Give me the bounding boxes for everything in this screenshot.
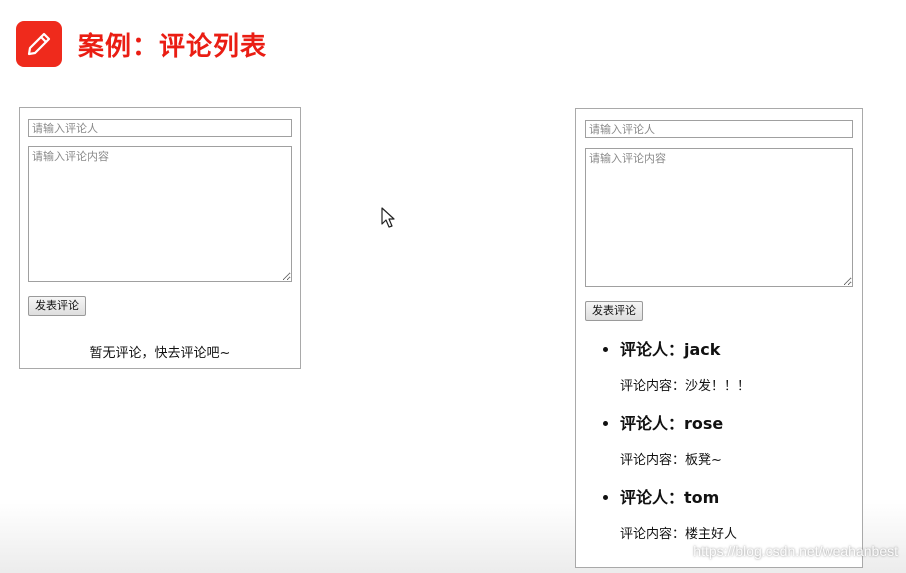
comment-author: 评论人：tom xyxy=(620,488,720,507)
commenter-input[interactable] xyxy=(585,120,853,138)
mouse-cursor-icon xyxy=(381,207,397,233)
commenter-input[interactable] xyxy=(28,119,292,137)
submit-comment-button[interactable]: 发表评论 xyxy=(28,296,86,316)
comment-author: 评论人：rose xyxy=(620,414,724,433)
comment-list: 评论人：jack 评论内容：沙发！！！ 评论人：rose 评论内容：板凳~ 评论… xyxy=(576,338,862,560)
list-item: 评论人：rose 评论内容：板凳~ xyxy=(620,412,862,486)
empty-comments-message: 暂无评论，快去评论吧~ xyxy=(89,346,231,361)
page-header: 案例：评论列表 xyxy=(16,20,267,68)
comment-content: 评论内容：板凳~ xyxy=(620,453,722,468)
watermark: https://blog.csdn.net/weahanbest xyxy=(693,543,898,559)
comment-content-textarea[interactable] xyxy=(585,148,853,287)
comment-author: 评论人：jack xyxy=(620,340,721,359)
list-item: 评论人：jack 评论内容：沙发！！！ xyxy=(620,338,862,412)
page-title: 案例：评论列表 xyxy=(78,31,268,62)
comment-app-empty: 发表评论 暂无评论，快去评论吧~ xyxy=(19,107,301,369)
submit-comment-button[interactable]: 发表评论 xyxy=(585,301,643,321)
comment-content-textarea[interactable] xyxy=(28,146,292,282)
comment-app-with-list: 发表评论 评论人：jack 评论内容：沙发！！！ 评论人：rose 评论内容：板… xyxy=(575,108,863,568)
comment-content: 评论内容：沙发！！！ xyxy=(620,379,751,394)
pencil-icon xyxy=(16,21,62,67)
